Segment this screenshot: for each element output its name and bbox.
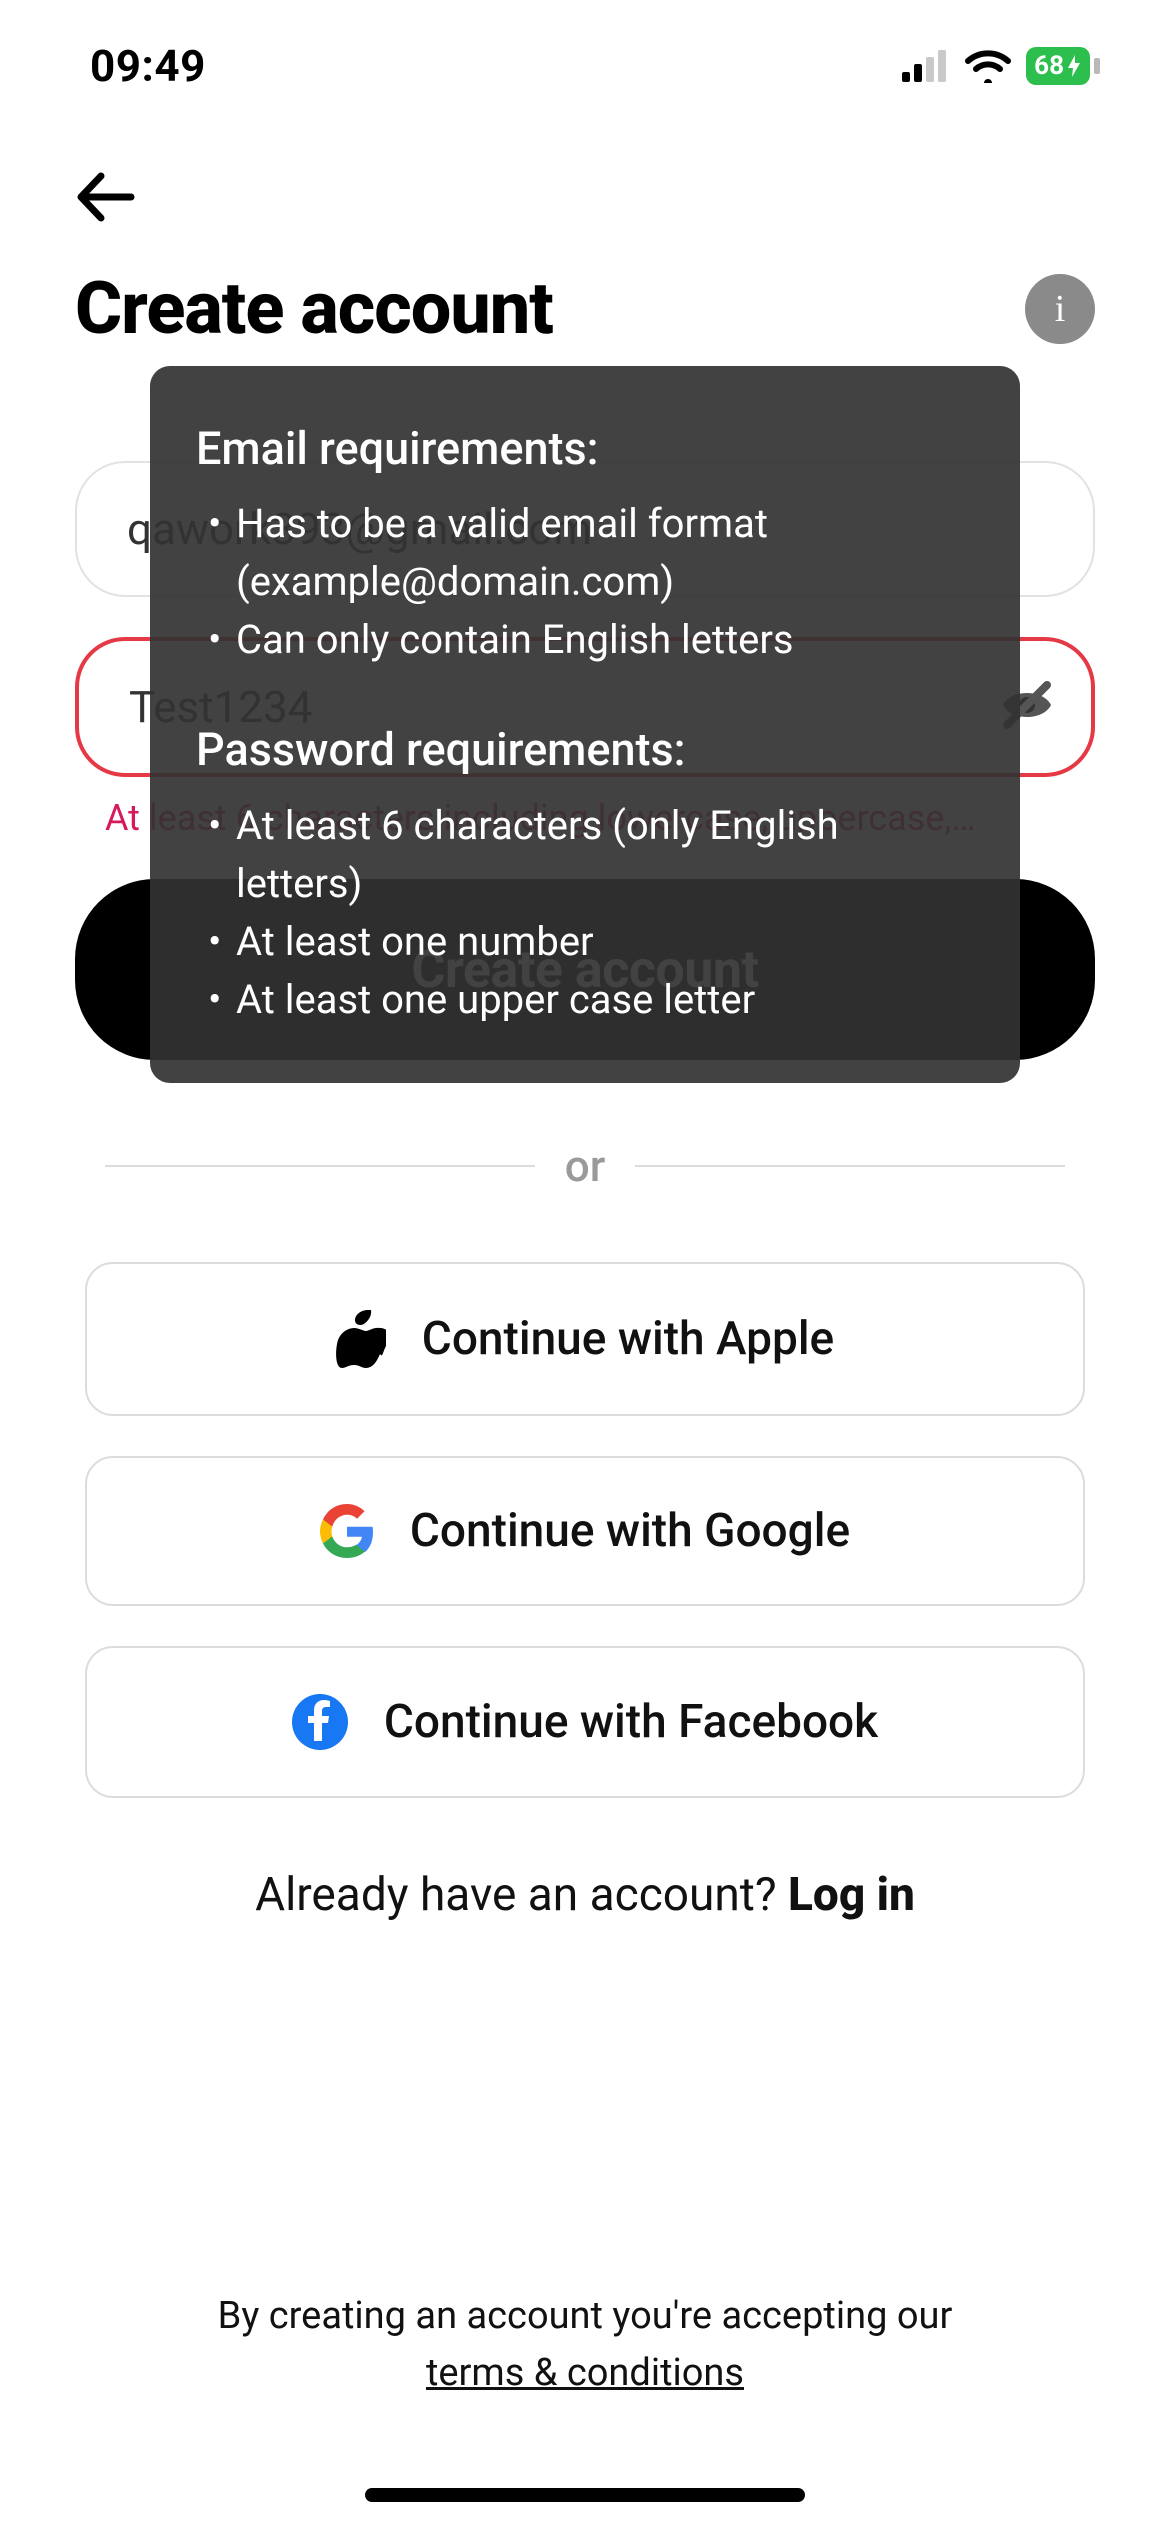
email-req-item: Can only contain English letters (196, 611, 974, 669)
requirements-tooltip: Email requirements: Has to be a valid em… (150, 366, 1020, 1083)
continue-google-button[interactable]: Continue with Google (85, 1456, 1085, 1606)
facebook-label: Continue with Facebook (384, 1695, 878, 1749)
page-title: Create account (75, 266, 553, 351)
apple-icon (336, 1310, 386, 1368)
battery-indicator: 68 (1026, 47, 1100, 85)
password-req-item: At least one number (196, 913, 974, 971)
password-req-title: Password requirements: (196, 717, 974, 782)
terms-line: By creating an account you're accepting … (0, 2288, 1170, 2345)
apple-label: Continue with Apple (422, 1312, 834, 1366)
login-prompt: Already have an account? (255, 1868, 788, 1922)
facebook-icon (292, 1694, 348, 1750)
password-req-item: At least 6 characters (only English lett… (196, 797, 974, 913)
google-label: Continue with Google (410, 1504, 850, 1558)
status-bar: 09:49 68 (0, 0, 1170, 112)
back-arrow-icon[interactable] (75, 172, 135, 222)
divider-label: or (565, 1140, 606, 1192)
terms-link[interactable]: terms & conditions (426, 2351, 744, 2395)
password-req-item: At least one upper case letter (196, 971, 974, 1029)
email-req-item: Has to be a valid email format (example@… (196, 495, 974, 611)
google-icon (320, 1504, 374, 1558)
battery-percent: 68 (1034, 51, 1064, 81)
continue-facebook-button[interactable]: Continue with Facebook (85, 1646, 1085, 1798)
divider: or (105, 1140, 1065, 1192)
terms-text: By creating an account you're accepting … (0, 2288, 1170, 2402)
wifi-icon (964, 49, 1012, 83)
status-indicators: 68 (902, 47, 1100, 85)
home-indicator[interactable] (365, 2488, 805, 2502)
login-link[interactable]: Log in (788, 1868, 915, 1922)
login-row: Already have an account? Log in (75, 1868, 1095, 1922)
info-button[interactable]: i (1025, 274, 1095, 344)
email-req-title: Email requirements: (196, 416, 974, 481)
continue-apple-button[interactable]: Continue with Apple (85, 1262, 1085, 1416)
cellular-icon (902, 50, 950, 82)
status-time: 09:49 (90, 40, 206, 92)
